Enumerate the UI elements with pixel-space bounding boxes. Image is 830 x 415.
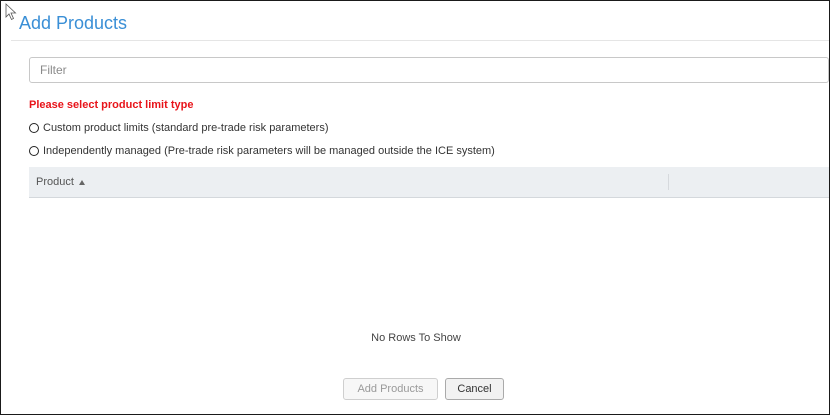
column-header-product[interactable]: Product bbox=[36, 167, 85, 197]
sort-ascending-icon bbox=[78, 179, 85, 185]
dialog-title: Add Products bbox=[19, 13, 128, 33]
add-products-button[interactable]: Add Products bbox=[343, 378, 438, 400]
title-divider bbox=[11, 40, 829, 41]
products-grid-header: Product bbox=[29, 167, 829, 198]
radio-button-icon[interactable] bbox=[29, 146, 39, 156]
add-products-dialog: Add Products Please select product limit… bbox=[0, 0, 830, 415]
column-resize-handle[interactable] bbox=[668, 174, 669, 190]
radio-button-icon[interactable] bbox=[29, 123, 39, 133]
column-header-product-label: Product bbox=[36, 176, 74, 188]
radio-independently-managed[interactable]: Independently managed (Pre-trade risk pa… bbox=[29, 145, 495, 157]
radio-custom-product-limits-label: Custom product limits (standard pre-trad… bbox=[43, 122, 329, 134]
limit-type-prompt: Please select product limit type bbox=[29, 99, 194, 111]
radio-independently-managed-label: Independently managed (Pre-trade risk pa… bbox=[43, 145, 495, 157]
radio-custom-product-limits[interactable]: Custom product limits (standard pre-trad… bbox=[29, 122, 328, 134]
mouse-pointer-icon bbox=[5, 3, 17, 21]
filter-input[interactable] bbox=[29, 57, 829, 83]
cancel-button[interactable]: Cancel bbox=[445, 378, 504, 400]
grid-empty-message: No Rows To Show bbox=[371, 332, 461, 344]
